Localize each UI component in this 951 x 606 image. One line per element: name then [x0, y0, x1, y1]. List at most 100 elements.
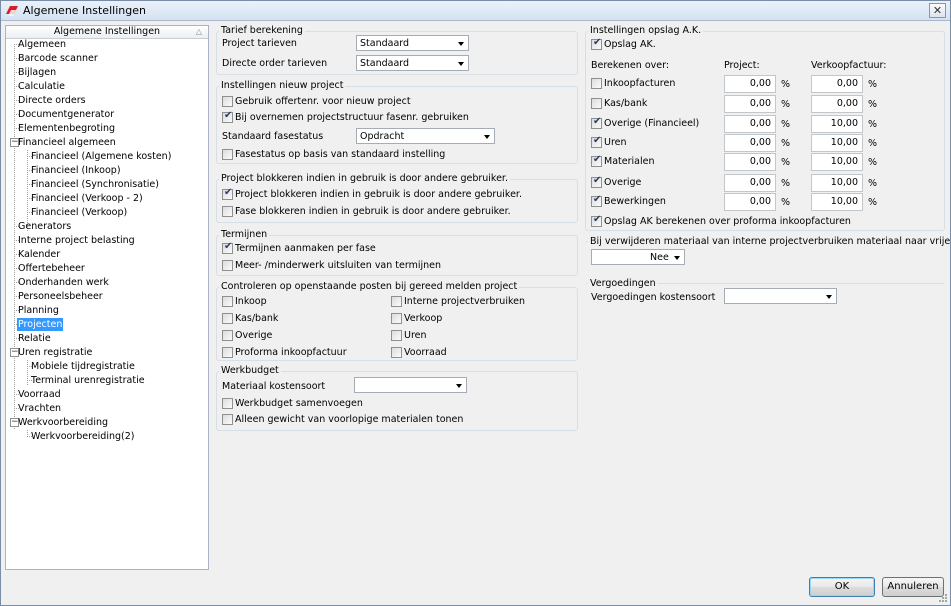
kas-bank-checkbox[interactable] [222, 313, 233, 324]
tree-item-algemeen[interactable]: Algemeen [17, 38, 67, 51]
kas-bank-label[interactable]: Kas/bank [235, 313, 278, 325]
proforma-opslag-checkbox[interactable] [591, 214, 602, 227]
werkbudget-samenvoegen-checkbox[interactable] [222, 398, 233, 409]
fase-blokkeren-checkbox[interactable] [222, 206, 233, 217]
overige-project-input[interactable]: 0,00 [724, 174, 776, 192]
inkoop-checkbox[interactable] [222, 296, 233, 307]
tree-item-personeelsbeheer[interactable]: Personeelsbeheer [17, 290, 104, 303]
tree-item-financieel-synchronisatie[interactable]: Financieel (Synchronisatie) [30, 178, 160, 191]
tree-item-barcode-scanner[interactable]: Barcode scanner [17, 52, 99, 65]
overige-financieel-verkoop-input[interactable]: 10,00 [811, 115, 863, 133]
inkoopfacturen-label[interactable]: Inkoopfacturen [604, 78, 675, 90]
resize-grip-icon[interactable] [938, 593, 948, 603]
opslag-ak-label[interactable]: Opslag AK. [604, 39, 656, 51]
gebruik-offertenr-checkbox[interactable] [222, 96, 233, 107]
tree-item-vrachten[interactable]: Vrachten [17, 402, 62, 415]
materialen-verkoop-input[interactable]: 10,00 [811, 153, 863, 171]
overige-financieel-checkbox[interactable] [591, 116, 602, 129]
interne-projectverbruiken-checkbox[interactable] [391, 296, 402, 307]
uren-verkoop-input[interactable]: 10,00 [811, 134, 863, 152]
uren-checkbox[interactable] [391, 330, 402, 341]
tree-item-kalender[interactable]: Kalender [17, 248, 61, 261]
bewerkingen-project-input[interactable]: 0,00 [724, 193, 776, 211]
tree-item-directe-orders[interactable]: Directe orders [17, 94, 87, 107]
tree-item-financieel-inkoop[interactable]: Financieel (Inkoop) [30, 164, 122, 177]
tree-item-calculatie[interactable]: Calculatie [17, 80, 66, 93]
fasestatus-standaard-checkbox[interactable] [222, 149, 233, 160]
uren-label[interactable]: Uren [404, 330, 427, 342]
fasenr-gebruiken-checkbox[interactable] [222, 110, 233, 123]
uren-opslag-label[interactable]: Uren [604, 137, 627, 149]
verkoop-checkbox[interactable] [391, 313, 402, 324]
tree-item-planning[interactable]: Planning [17, 304, 60, 317]
uren-project-input[interactable]: 0,00 [724, 134, 776, 152]
ok-button[interactable]: OK [809, 577, 875, 597]
termijnen-per-fase-checkbox[interactable] [222, 241, 233, 254]
inkoopfacturen-verkoop-input[interactable]: 0,00 [811, 75, 863, 93]
inkoopfacturen-project-input[interactable]: 0,00 [724, 75, 776, 93]
kas-bank-opslag-label[interactable]: Kas/bank [604, 98, 647, 110]
voorlopige-materialen-label[interactable]: Alleen gewicht van voorlopige materialen… [235, 414, 463, 426]
materialen-project-input[interactable]: 0,00 [724, 153, 776, 171]
standaard-fasestatus-select[interactable]: Opdracht [356, 128, 495, 144]
tree-item-mobiele-tijdregistratie[interactable]: Mobiele tijdregistratie [30, 360, 136, 373]
project-tarieven-select[interactable]: Standaard [356, 35, 469, 51]
bewerkingen-label[interactable]: Bewerkingen [604, 196, 666, 208]
verwijderen-select[interactable]: Nee [591, 249, 685, 265]
tree-item-generators[interactable]: Generators [17, 220, 72, 233]
tree-item-financieel-algemene-kosten[interactable]: Financieel (Algemene kosten) [30, 150, 172, 163]
tree-item-offertebeheer[interactable]: Offertebeheer [17, 262, 86, 275]
voorraad-checkbox[interactable] [391, 347, 402, 358]
proforma-inkoopfactuur-label[interactable]: Proforma inkoopfactuur [235, 347, 347, 359]
overige-label[interactable]: Overige [235, 330, 272, 342]
voorraad-label[interactable]: Voorraad [404, 347, 447, 359]
overige-financieel-project-input[interactable]: 0,00 [724, 115, 776, 133]
tree-item-elementenbegroting[interactable]: Elementenbegroting [17, 122, 116, 135]
materiaal-kostensoort-select[interactable] [354, 377, 467, 393]
overige-financieel-label[interactable]: Overige (Financieel) [604, 118, 699, 130]
bewerkingen-verkoop-input[interactable]: 10,00 [811, 193, 863, 211]
directe-order-tarieven-select[interactable]: Standaard [356, 55, 469, 71]
proforma-inkoopfactuur-checkbox[interactable] [222, 347, 233, 358]
tree-item-uren-registratie[interactable]: Uren registratie [17, 346, 93, 359]
overige-opslag-label[interactable]: Overige [604, 177, 641, 189]
interne-projectverbruiken-label[interactable]: Interne projectverbruiken [404, 296, 525, 308]
meerwerk-uitsluiten-checkbox[interactable] [222, 260, 233, 271]
werkbudget-samenvoegen-label[interactable]: Werkbudget samenvoegen [235, 398, 363, 410]
voorlopige-materialen-checkbox[interactable] [222, 414, 233, 425]
overige-opslag-checkbox[interactable] [591, 175, 602, 188]
tree-item-werkvoorbereiding[interactable]: Werkvoorbereiding [17, 416, 109, 429]
tree-item-terminal-urenregistratie[interactable]: Terminal urenregistratie [30, 374, 146, 387]
uren-opslag-checkbox[interactable] [591, 135, 602, 148]
gebruik-offertenr-label[interactable]: Gebruik offertenr. voor nieuw project [235, 96, 411, 108]
materialen-checkbox[interactable] [591, 154, 602, 167]
kas-bank-project-input[interactable]: 0,00 [724, 95, 776, 113]
inkoop-label[interactable]: Inkoop [235, 296, 267, 308]
inkoopfacturen-checkbox[interactable] [591, 78, 602, 89]
project-blokkeren-label[interactable]: Project blokkeren indien in gebruik is d… [235, 189, 522, 201]
vergoedingen-kostensoort-select[interactable] [724, 288, 837, 304]
tree-item-onderhanden-werk[interactable]: Onderhanden werk [17, 276, 110, 289]
close-button[interactable]: ✕ [929, 3, 946, 18]
overige-verkoop-input[interactable]: 10,00 [811, 174, 863, 192]
verkoop-label[interactable]: Verkoop [404, 313, 442, 325]
tree-item-werkvoorbereiding-2[interactable]: Werkvoorbereiding(2) [30, 430, 135, 443]
tree-item-financieel-algemeen[interactable]: Financieel algemeen [17, 136, 117, 149]
tree-item-documentgenerator[interactable]: Documentgenerator [17, 108, 115, 121]
materialen-label[interactable]: Materialen [604, 156, 654, 168]
proforma-opslag-label[interactable]: Opslag AK berekenen over proforma inkoop… [604, 216, 851, 228]
overige-checkbox[interactable] [222, 330, 233, 341]
fasestatus-standaard-label[interactable]: Fasestatus op basis van standaard instel… [235, 149, 445, 161]
tree-item-projecten[interactable]: Projecten [17, 318, 64, 331]
tree-item-bijlagen[interactable]: Bijlagen [17, 66, 57, 79]
bewerkingen-checkbox[interactable] [591, 194, 602, 207]
opslag-ak-checkbox[interactable] [591, 37, 602, 50]
tree-item-interne-project-belasting[interactable]: Interne project belasting [17, 234, 136, 247]
meerwerk-uitsluiten-label[interactable]: Meer- /minderwerk uitsluiten van termijn… [235, 260, 441, 272]
annuleren-button[interactable]: Annuleren [882, 577, 944, 597]
tree-item-voorraad[interactable]: Voorraad [17, 388, 62, 401]
tree-item-financieel-verkoop[interactable]: Financieel (Verkoop) [30, 206, 128, 219]
kas-bank-opslag-checkbox[interactable] [591, 98, 602, 109]
kas-bank-verkoop-input[interactable]: 0,00 [811, 95, 863, 113]
project-blokkeren-checkbox[interactable] [222, 187, 233, 200]
